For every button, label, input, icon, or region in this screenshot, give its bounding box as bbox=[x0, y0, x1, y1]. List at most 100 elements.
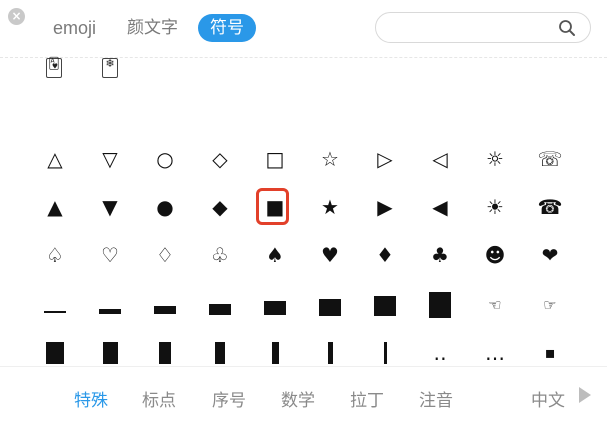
symbol-glyph: ◇ bbox=[212, 147, 228, 171]
block-glyph bbox=[99, 308, 121, 314]
symbol-cell[interactable]: ☎ bbox=[522, 182, 578, 232]
symbol-cell[interactable]: ♧ bbox=[192, 230, 248, 280]
symbol-cell[interactable]: ♤ bbox=[27, 230, 83, 280]
category-latin[interactable]: 拉丁 bbox=[350, 386, 384, 411]
symbol-cell[interactable]: ▪ bbox=[522, 328, 578, 365]
close-icon[interactable]: × bbox=[8, 8, 25, 25]
block-symbol-cell[interactable] bbox=[302, 280, 358, 330]
symbol-cell[interactable]: ♢ bbox=[137, 230, 193, 280]
symbol-cell[interactable]: ☏ bbox=[522, 134, 578, 184]
symbol-cell[interactable]: ▼ bbox=[82, 182, 138, 232]
card-symbol-2[interactable]: ❄ bbox=[102, 58, 118, 78]
block-symbol-cell[interactable] bbox=[192, 328, 248, 365]
block-glyph bbox=[46, 342, 64, 364]
block-symbol-cell[interactable] bbox=[82, 280, 138, 330]
search-icon[interactable] bbox=[558, 19, 576, 37]
block-symbol-cell[interactable] bbox=[247, 280, 303, 330]
pointing-hand-right-icon: ☞ bbox=[543, 295, 557, 314]
block-glyph bbox=[327, 342, 333, 364]
pointing-hand-left-icon: ☜ bbox=[488, 295, 502, 314]
symbol-cell-selected[interactable]: ■ bbox=[247, 182, 303, 232]
symbol-cell[interactable]: ❤ bbox=[522, 230, 578, 280]
tab-emoji[interactable]: emoji bbox=[53, 14, 96, 42]
block-glyph bbox=[44, 311, 66, 313]
symbol-glyph: ▽ bbox=[102, 147, 118, 171]
symbol-cell[interactable]: ○ bbox=[137, 134, 193, 184]
tab-symbols[interactable]: 符号 bbox=[198, 14, 256, 42]
symbol-glyph: ☼ bbox=[486, 147, 504, 171]
symbol-glyph: ☻ bbox=[484, 243, 506, 267]
block-symbol-cell[interactable] bbox=[137, 328, 193, 365]
symbol-glyph: ♦ bbox=[376, 243, 394, 267]
symbol-cell[interactable]: … bbox=[467, 328, 523, 365]
block-symbol-cell[interactable] bbox=[357, 280, 413, 330]
symbol-cell[interactable]: ☞ bbox=[522, 280, 578, 330]
symbol-cell[interactable]: ♦ bbox=[357, 230, 413, 280]
block-symbol-cell[interactable] bbox=[192, 280, 248, 330]
symbol-cell[interactable]: ♡ bbox=[82, 230, 138, 280]
symbol-glyph: ♤ bbox=[46, 243, 64, 267]
symbol-glyph: ▷ bbox=[377, 147, 393, 171]
block-symbol-cell[interactable] bbox=[357, 328, 413, 365]
symbol-glyph: △ bbox=[47, 147, 63, 171]
symbol-cell[interactable]: ★ bbox=[302, 182, 358, 232]
next-category-arrow-icon[interactable] bbox=[579, 387, 591, 403]
symbol-cell[interactable]: ☻ bbox=[467, 230, 523, 280]
symbol-glyph: ▪ bbox=[544, 343, 556, 362]
symbol-cell[interactable]: ♥ bbox=[302, 230, 358, 280]
symbol-glyph: ▶ bbox=[377, 195, 393, 219]
symbol-cell[interactable]: ‥ bbox=[412, 328, 468, 365]
symbol-glyph: ♣ bbox=[431, 243, 449, 267]
block-symbol-cell[interactable] bbox=[82, 328, 138, 365]
card-symbol-1[interactable]: 🂱 bbox=[46, 58, 62, 78]
symbol-grid: △ ▽ ○ ◇ □ ☆ ▷ ◁ ☼ ☏ ▲ ▼ ● ◆ ■ ★ ▶ ◀ ☀ ☎ … bbox=[0, 130, 607, 365]
symbol-cell[interactable]: ● bbox=[137, 182, 193, 232]
symbol-glyph: ♥ bbox=[321, 243, 339, 267]
symbol-cell[interactable]: ◆ bbox=[192, 182, 248, 232]
symbol-cell[interactable]: ◁ bbox=[412, 134, 468, 184]
category-math[interactable]: 数学 bbox=[281, 386, 315, 411]
category-zhuyin[interactable]: 注音 bbox=[419, 386, 453, 411]
symbol-cell[interactable]: ☼ bbox=[467, 134, 523, 184]
search-box[interactable] bbox=[375, 12, 591, 43]
divider bbox=[0, 366, 607, 367]
block-glyph bbox=[264, 301, 286, 315]
block-glyph bbox=[154, 306, 176, 314]
symbol-glyph: ◀ bbox=[432, 195, 448, 219]
symbol-cell[interactable]: ▽ bbox=[82, 134, 138, 184]
symbol-cell[interactable]: ▲ bbox=[27, 182, 83, 232]
symbol-glyph: … bbox=[485, 341, 505, 365]
block-symbol-cell[interactable] bbox=[137, 280, 193, 330]
symbol-glyph: ♧ bbox=[211, 243, 229, 267]
category-numbering[interactable]: 序号 bbox=[212, 386, 246, 411]
symbol-cell[interactable]: ▶ bbox=[357, 182, 413, 232]
symbol-cell[interactable]: △ bbox=[27, 134, 83, 184]
symbol-cell[interactable]: ◀ bbox=[412, 182, 468, 232]
symbol-cell[interactable]: ◇ bbox=[192, 134, 248, 184]
symbol-cell[interactable]: ☀ bbox=[467, 182, 523, 232]
block-symbol-cell[interactable] bbox=[412, 280, 468, 330]
symbol-glyph: ▲ bbox=[47, 195, 63, 219]
symbol-glyph: ♠ bbox=[266, 243, 284, 267]
block-symbol-cell[interactable] bbox=[27, 328, 83, 365]
category-punctuation[interactable]: 标点 bbox=[142, 386, 176, 411]
symbol-glyph: ○ bbox=[156, 147, 174, 171]
symbol-cell[interactable]: ▷ bbox=[357, 134, 413, 184]
block-symbol-cell[interactable] bbox=[27, 280, 83, 330]
block-symbol-cell[interactable] bbox=[247, 328, 303, 365]
category-special[interactable]: 特殊 bbox=[74, 386, 108, 411]
search-input[interactable] bbox=[388, 17, 552, 41]
block-symbol-cell[interactable] bbox=[302, 328, 358, 365]
symbol-glyph: □ bbox=[265, 147, 285, 171]
symbol-cell[interactable]: ♠ bbox=[247, 230, 303, 280]
tab-kaomoji[interactable]: 颜文字 bbox=[127, 14, 178, 42]
symbol-cell[interactable]: ☆ bbox=[302, 134, 358, 184]
block-glyph bbox=[271, 342, 279, 364]
symbol-glyph: ★ bbox=[321, 195, 339, 219]
category-chinese[interactable]: 中文 bbox=[531, 386, 565, 411]
symbol-cell[interactable]: ♣ bbox=[412, 230, 468, 280]
symbol-glyph: ♡ bbox=[101, 243, 119, 267]
symbol-cell[interactable]: □ bbox=[247, 134, 303, 184]
symbol-cell[interactable]: ☜ bbox=[467, 280, 523, 330]
block-glyph bbox=[215, 342, 225, 364]
